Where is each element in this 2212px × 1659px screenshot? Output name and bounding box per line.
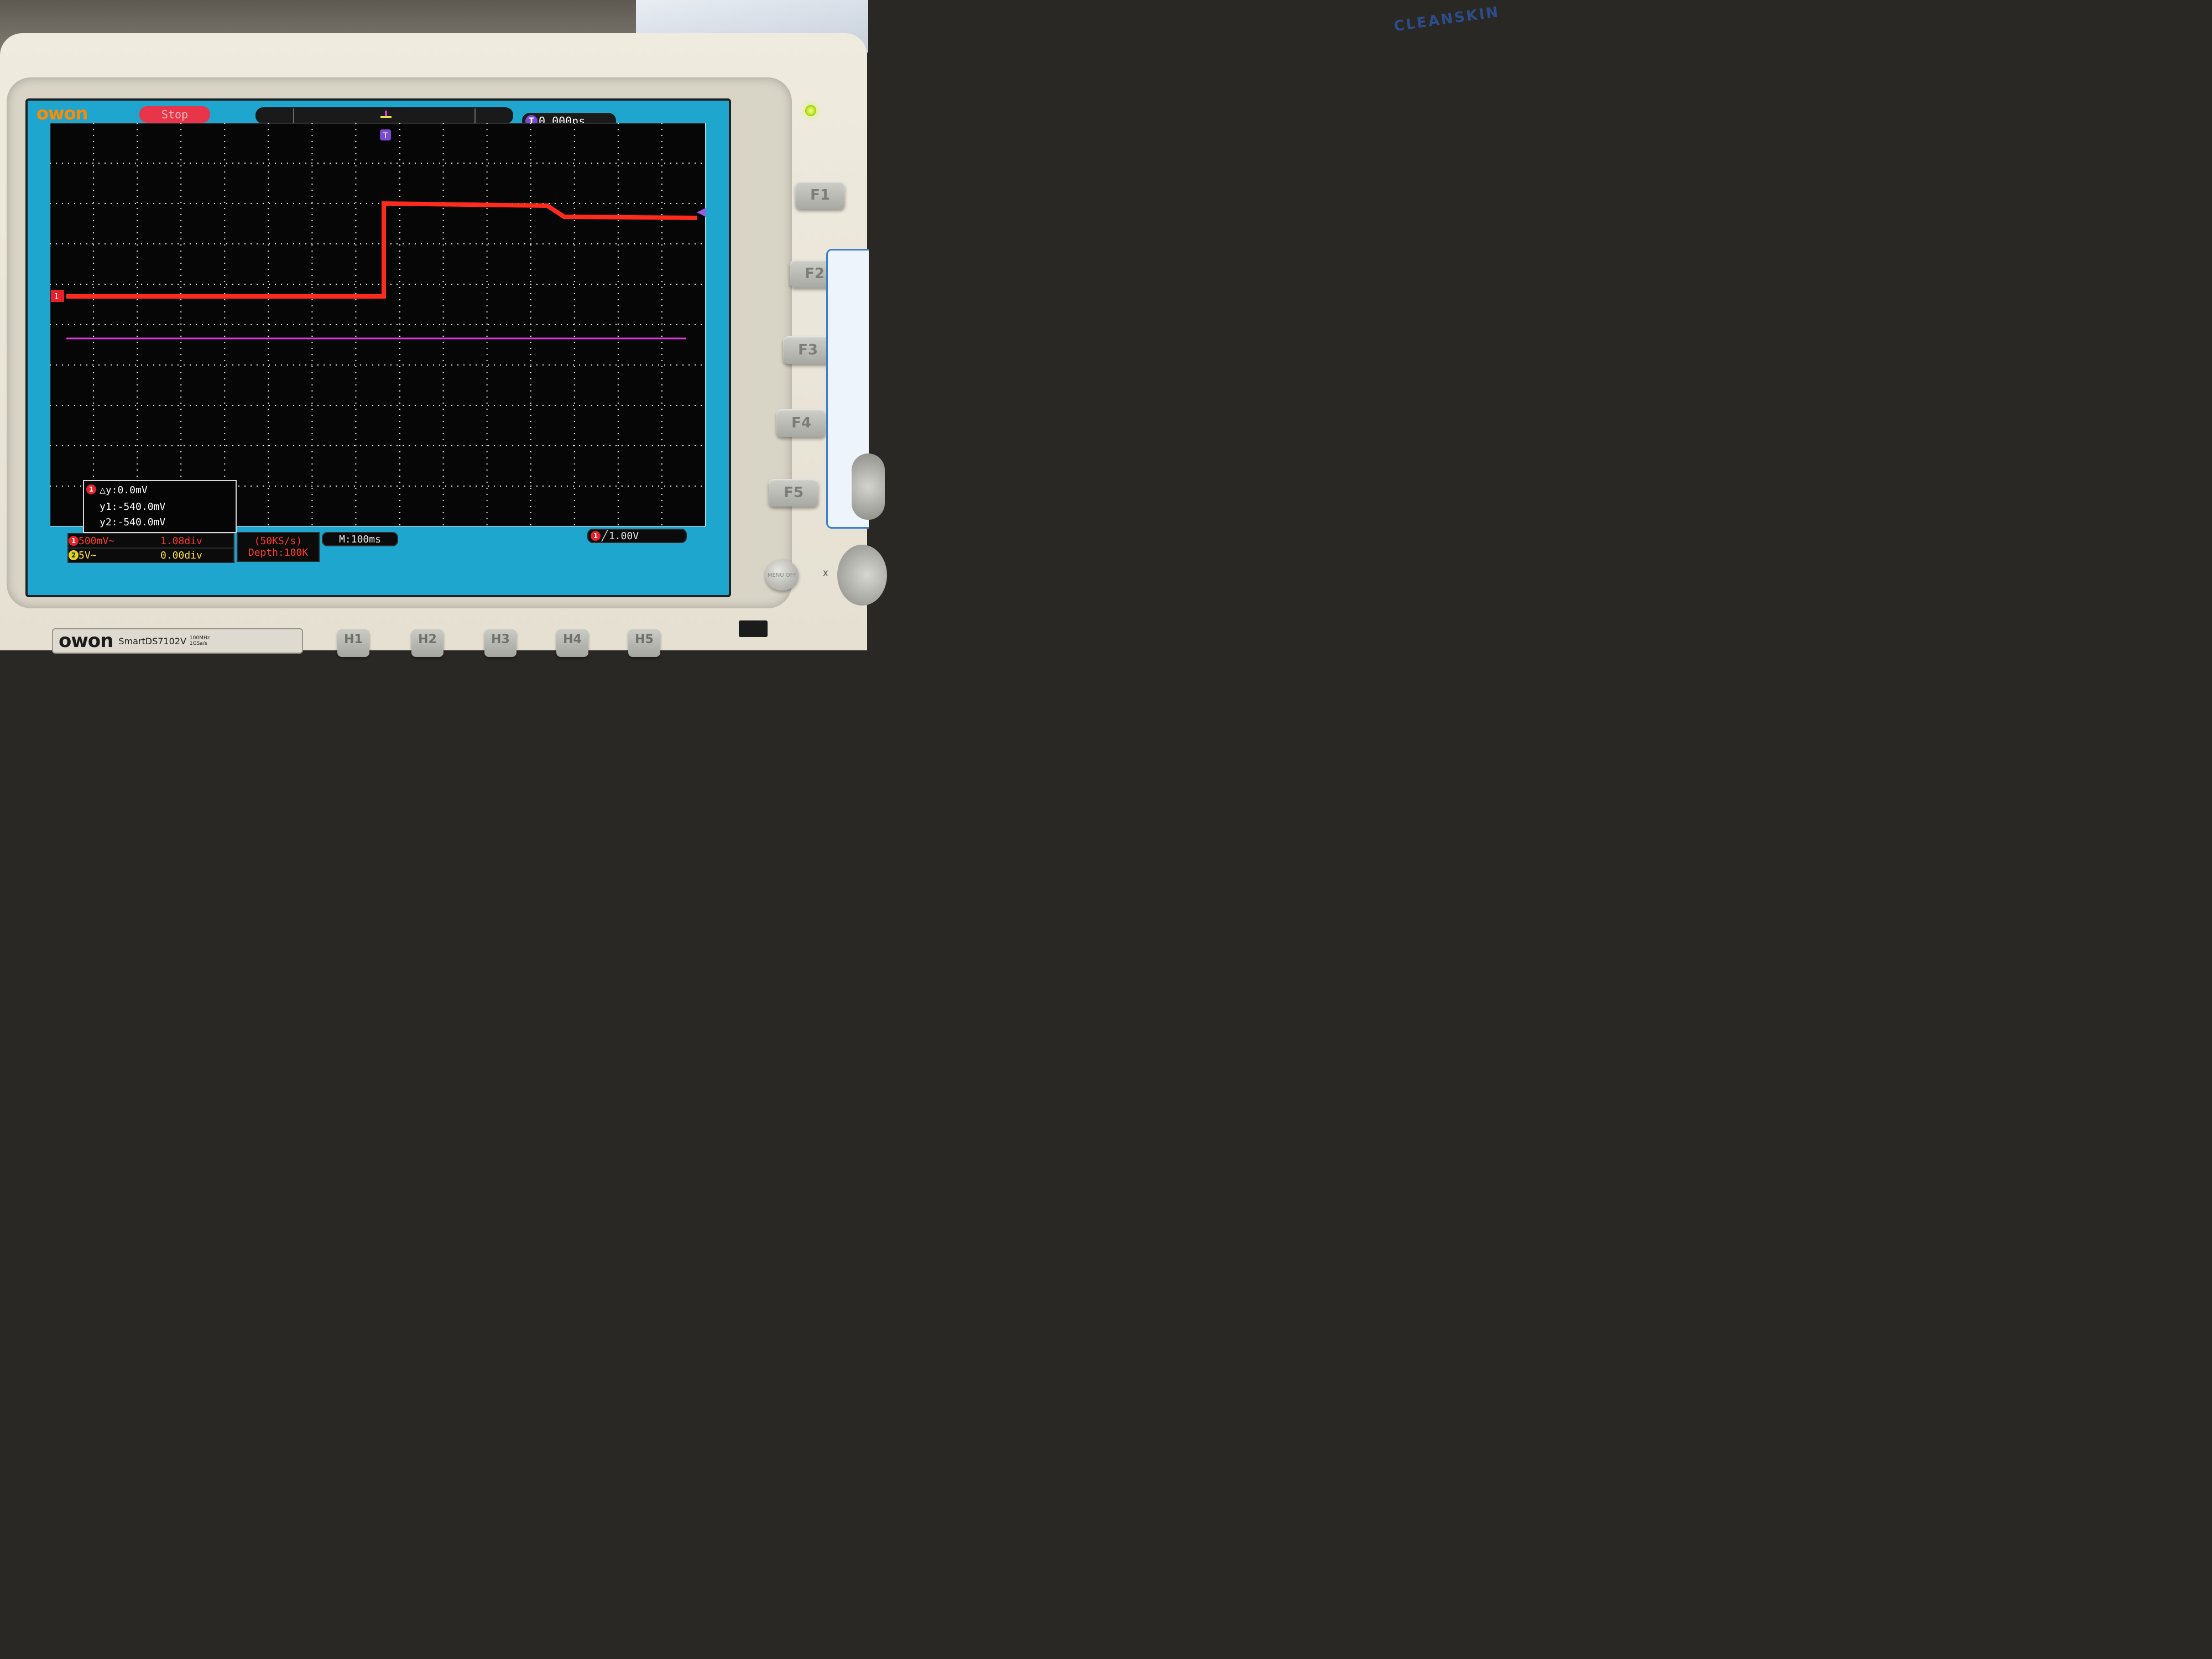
- sample-rate-spec: 1GSa/s: [189, 641, 207, 646]
- f3-button[interactable]: F3: [783, 336, 833, 364]
- square-button[interactable]: [739, 620, 768, 637]
- f5-button[interactable]: F5: [769, 479, 818, 507]
- trigger-bar-divider: [293, 108, 294, 124]
- cursor-y2: y2:-540.0mV: [100, 517, 166, 528]
- trigger-position-pointer: [385, 111, 387, 116]
- waveform-graticule: T1: [50, 123, 706, 526]
- ch2-offset: 0.00div: [160, 549, 202, 561]
- f4-button[interactable]: F4: [776, 409, 826, 437]
- model-name: SmartDS7102V: [118, 635, 186, 646]
- brand-logo: owon: [36, 103, 88, 124]
- box-label: CLEANSKIN: [1392, 3, 1501, 35]
- ch1-badge: 1: [69, 536, 79, 546]
- h2-button[interactable]: H2: [411, 629, 444, 657]
- power-led: [805, 105, 816, 116]
- model-nameplate: owon SmartDS7102V 100MHz 1GSa/s: [52, 628, 303, 654]
- h1-button[interactable]: H1: [337, 629, 369, 657]
- rising-edge-icon: ╱: [602, 530, 608, 542]
- ch2-scale: 5V~: [79, 549, 97, 561]
- ch1-offset: 1.08div: [160, 535, 202, 547]
- timebase-readout: M:100ms: [322, 532, 398, 546]
- run-stop-indicator: Stop: [139, 106, 210, 123]
- knob-label: X: [823, 570, 828, 578]
- cursor-delta-y: △y:0.0mV: [100, 484, 148, 496]
- ch1-scale: 500mV~: [79, 535, 115, 547]
- trigger-bar-divider: [474, 108, 476, 124]
- bandwidth-spec: 100MHz: [189, 635, 210, 641]
- h4-button[interactable]: H4: [556, 629, 588, 657]
- brand-name: owon: [59, 630, 113, 652]
- control-knob[interactable]: [837, 545, 887, 606]
- ch2-settings: 2 5V~ 0.00div: [67, 547, 234, 563]
- logo-text: owon: [36, 103, 88, 124]
- cursor-measurement-box: 1 △y:0.0mV y1:-540.0mV y2:-540.0mV: [83, 480, 237, 533]
- trigger-time-marker-label: T: [383, 132, 388, 140]
- sample-rate: (50KS/s): [254, 535, 302, 547]
- f1-button[interactable]: F1: [795, 181, 845, 209]
- ch1-settings: 1 500mV~ 1.08div: [67, 533, 234, 549]
- menu-off-button[interactable]: MENU OFF: [765, 560, 799, 591]
- cursor-y1: y1:-540.0mV: [100, 501, 166, 513]
- trigger-level: 1.00V: [608, 530, 639, 542]
- ch2-badge: 2: [69, 550, 79, 560]
- acquisition-info: (50KS/s) Depth:100K: [237, 532, 320, 562]
- control-knob[interactable]: [852, 453, 885, 520]
- ch1-ground-marker-label: 1: [54, 291, 59, 301]
- h5-button[interactable]: H5: [628, 629, 660, 657]
- trigger-settings: 1 ╱ 1.00V: [587, 529, 687, 543]
- cursor-channel-badge: 1: [86, 484, 96, 494]
- model-spec: 100MHz 1GSa/s: [190, 635, 210, 646]
- h3-button[interactable]: H3: [484, 629, 517, 657]
- trigger-position-marker: [380, 116, 392, 118]
- memory-depth: Depth:100K: [248, 547, 309, 559]
- trigger-source-badge: 1: [591, 531, 601, 541]
